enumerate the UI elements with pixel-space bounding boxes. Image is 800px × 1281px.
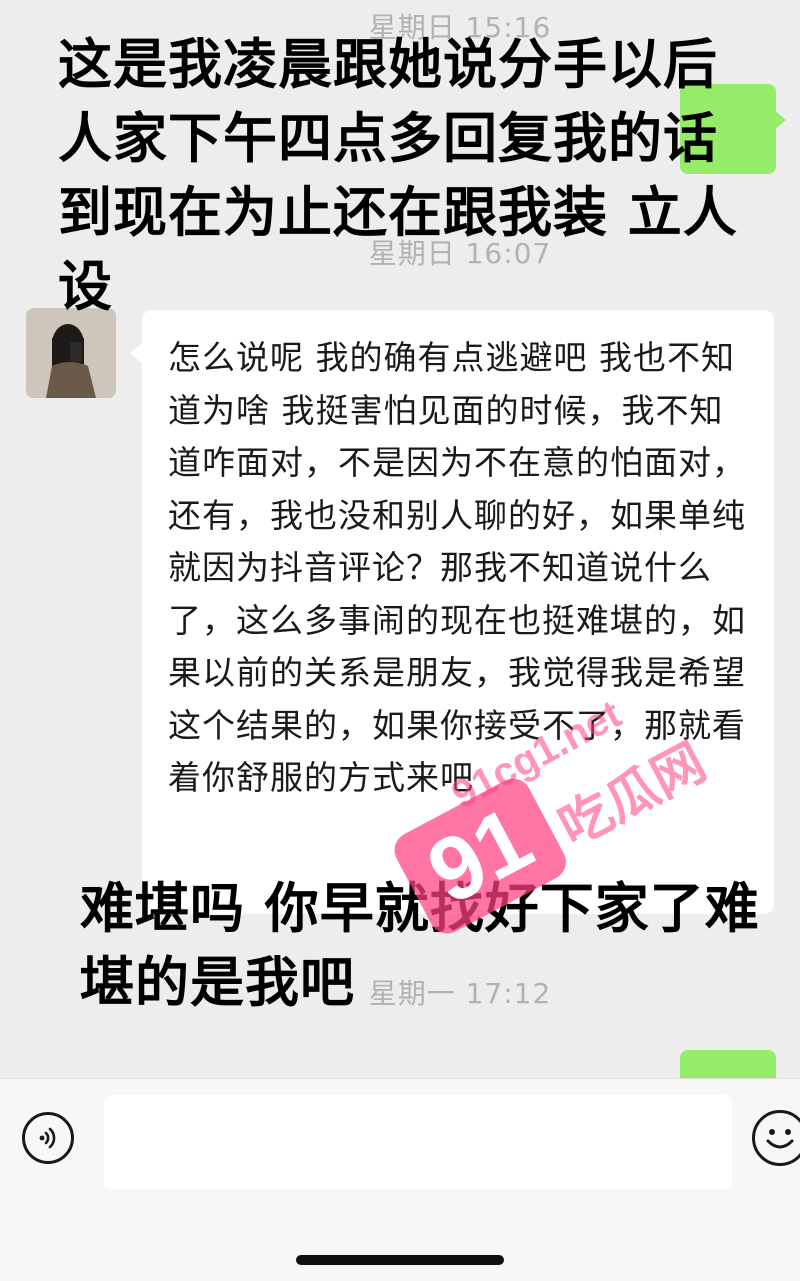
incoming-message-bubble[interactable]: 怎么说呢 我的确有点逃避吧 我也不知道为啥 我挺害怕见面的时候，我不知道咋面对，… — [130, 310, 774, 914]
home-indicator[interactable] — [296, 1255, 504, 1265]
message-text: 怎么说呢 我的确有点逃避吧 我也不知道为啥 我挺害怕见面的时候，我不知道咋面对，… — [168, 338, 746, 797]
chat-input-bar — [0, 1078, 800, 1281]
voice-icon — [39, 1127, 56, 1149]
overlay-caption-bottom: 难堪吗 你早就找好下家了难堪的是我吧 — [80, 877, 760, 1014]
message-input[interactable] — [104, 1095, 732, 1189]
overlay-caption-top: 这是我凌晨跟她说分手以后人家下午四点多回复我的话 到现在为止还在跟我装 立人设 — [58, 33, 738, 318]
emoji-button[interactable] — [752, 1110, 800, 1166]
voice-button[interactable] — [22, 1112, 74, 1164]
emoji-icon — [766, 1129, 794, 1149]
